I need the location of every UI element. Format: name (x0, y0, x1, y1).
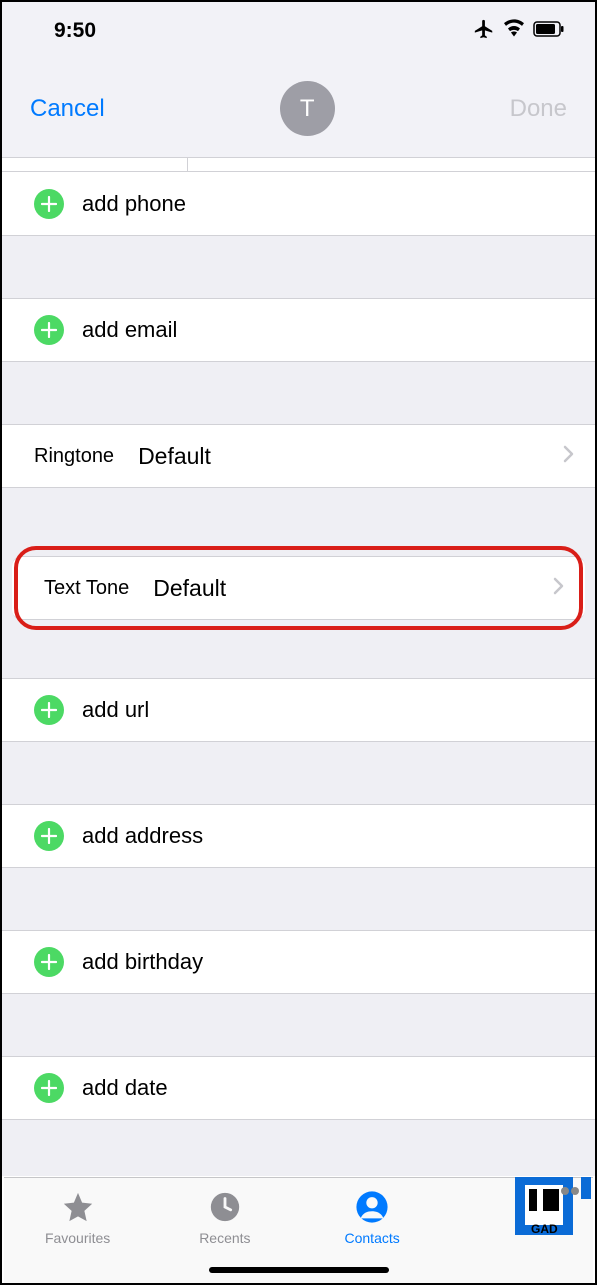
tab-recents[interactable]: Recents (165, 1188, 285, 1246)
tab-favourites[interactable]: Favourites (18, 1188, 138, 1246)
add-date-row[interactable]: add date (2, 1056, 595, 1120)
add-date-label: add date (82, 1075, 168, 1101)
ringtone-row[interactable]: Ringtone Default (2, 424, 595, 488)
wifi-icon (503, 19, 525, 44)
add-phone-row[interactable]: add phone (2, 172, 595, 236)
add-birthday-row[interactable]: add birthday (2, 930, 595, 994)
text-tone-value: Default (153, 575, 553, 602)
status-time: 9:50 (54, 19, 96, 43)
text-tone-row[interactable]: Text Tone Default (12, 556, 585, 620)
tab-recents-label: Recents (199, 1230, 250, 1246)
add-url-label: add url (82, 697, 149, 723)
avatar[interactable]: T (280, 81, 335, 136)
add-address-row[interactable]: add address (2, 804, 595, 868)
clock-icon (206, 1188, 244, 1226)
avatar-initial: T (300, 95, 315, 123)
star-icon (59, 1188, 97, 1226)
plus-icon (34, 1073, 64, 1103)
ringtone-value: Default (138, 443, 563, 470)
watermark: GAD (515, 1171, 591, 1239)
add-address-label: add address (82, 823, 203, 849)
nav-header: Cancel T Done (2, 60, 595, 158)
content-scroll[interactable]: add phone add email Ringtone Default Tex… (2, 158, 595, 1176)
add-phone-label: add phone (82, 191, 186, 217)
cancel-button[interactable]: Cancel (30, 95, 105, 123)
battery-icon (533, 21, 565, 42)
partial-field-row (2, 158, 595, 172)
plus-icon (34, 695, 64, 725)
add-url-row[interactable]: add url (2, 678, 595, 742)
plus-icon (34, 947, 64, 977)
add-email-row[interactable]: add email (2, 298, 595, 362)
plus-icon (34, 189, 64, 219)
status-bar: 9:50 (2, 2, 595, 60)
plus-icon (34, 821, 64, 851)
tab-contacts[interactable]: Contacts (312, 1188, 432, 1246)
ringtone-label: Ringtone (34, 445, 114, 468)
home-indicator[interactable] (209, 1267, 389, 1273)
status-icons (473, 18, 565, 45)
plus-icon (34, 315, 64, 345)
add-birthday-label: add birthday (82, 949, 203, 975)
person-icon (353, 1188, 391, 1226)
text-tone-label: Text Tone (44, 577, 129, 600)
svg-text:GAD: GAD (531, 1222, 558, 1236)
tab-favourites-label: Favourites (45, 1230, 110, 1246)
chevron-right-icon (553, 577, 565, 600)
add-email-label: add email (82, 317, 177, 343)
tab-contacts-label: Contacts (345, 1230, 400, 1246)
airplane-mode-icon (473, 18, 495, 45)
done-button[interactable]: Done (510, 95, 567, 123)
chevron-right-icon (563, 445, 575, 468)
